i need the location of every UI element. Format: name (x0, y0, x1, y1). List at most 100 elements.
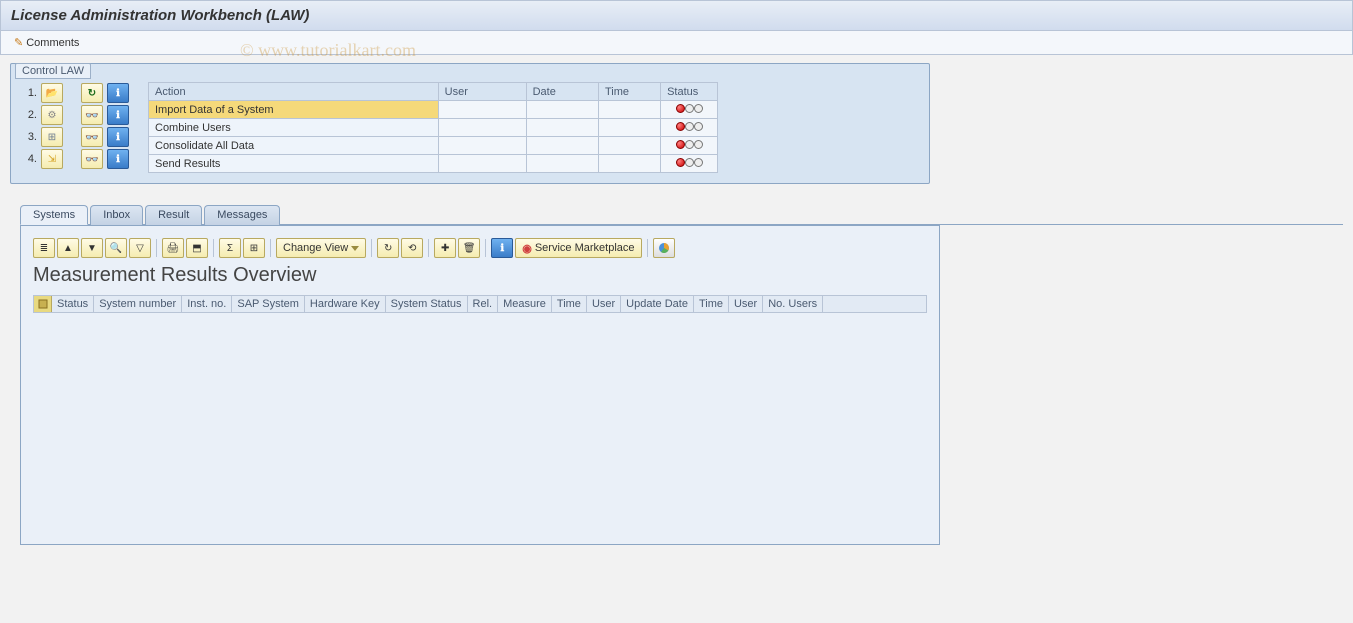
col-time[interactable]: Time (552, 296, 587, 312)
info-icon (116, 132, 120, 143)
status-cell (661, 155, 718, 173)
row-num: 4. (21, 153, 37, 165)
sort-asc-button[interactable]: ▲ (57, 238, 79, 258)
select-all-column-button[interactable] (34, 296, 52, 312)
col-status[interactable]: Status (52, 296, 94, 312)
open-folder-button[interactable] (41, 83, 63, 103)
table-row[interactable]: Send Results (149, 155, 718, 173)
col-hardware-key[interactable]: Hardware Key (305, 296, 386, 312)
glasses-button-3[interactable] (81, 127, 103, 147)
separator (156, 239, 157, 257)
app-toolbar: Comments (0, 31, 1353, 55)
sort-desc-button[interactable]: ▼ (81, 238, 103, 258)
info-button-1[interactable] (107, 83, 129, 103)
control-law-group: Control LAW 1. 2. (10, 63, 930, 184)
date-cell (526, 119, 598, 137)
user-cell (438, 137, 526, 155)
filter-button[interactable]: ▽ (129, 238, 151, 258)
col-no-users[interactable]: No. Users (763, 296, 823, 312)
date-cell (526, 137, 598, 155)
subtotal-button[interactable]: ⊞ (243, 238, 265, 258)
change-view-label: Change View (283, 242, 348, 254)
delete-button[interactable]: 🗑 (458, 238, 480, 258)
glasses-icon (85, 131, 99, 144)
separator (270, 239, 271, 257)
marketplace-icon: ◉ (522, 242, 532, 255)
col-update-date[interactable]: Update Date (621, 296, 694, 312)
glasses-button-4[interactable] (81, 149, 103, 169)
calc-button[interactable] (41, 127, 63, 147)
info-icon (116, 154, 120, 165)
info-icon (116, 110, 120, 121)
tab-inbox[interactable]: Inbox (90, 205, 143, 225)
glasses-icon (85, 153, 99, 166)
info-panel-button[interactable] (491, 238, 513, 258)
sum-button[interactable]: Σ (219, 238, 241, 258)
control-action-table: Action User Date Time Status Import Data… (148, 82, 718, 173)
col-user[interactable]: User (587, 296, 621, 312)
change-view-button[interactable]: Change View (276, 238, 366, 258)
glasses-icon (85, 109, 99, 122)
col-rel[interactable]: Rel. (468, 296, 499, 312)
calc-icon (48, 132, 56, 143)
service-marketplace-button[interactable]: ◉ Service Marketplace (515, 238, 641, 258)
info-icon (500, 243, 504, 254)
table-row[interactable]: Consolidate All Data (149, 137, 718, 155)
comments-button[interactable]: Comments (11, 35, 82, 50)
row-num: 2. (21, 109, 37, 121)
comments-label: Comments (26, 37, 79, 49)
col-date: Date (526, 83, 598, 101)
row-num: 1. (21, 87, 37, 99)
gear-icon (48, 110, 57, 121)
info-button-3[interactable] (107, 127, 129, 147)
col-user: User (438, 83, 526, 101)
status-cell (661, 119, 718, 137)
col-system-number[interactable]: System number (94, 296, 182, 312)
date-cell (526, 101, 598, 119)
user-cell (438, 155, 526, 173)
time-cell (599, 155, 661, 173)
separator (428, 239, 429, 257)
table-row[interactable]: Combine Users (149, 119, 718, 137)
find-button[interactable]: 🔍 (105, 238, 127, 258)
export-icon (48, 154, 56, 165)
info-button-2[interactable] (107, 105, 129, 125)
refresh-button-1[interactable] (81, 83, 103, 103)
chart-button[interactable] (653, 238, 675, 258)
time-cell (599, 137, 661, 155)
glasses-button-2[interactable] (81, 105, 103, 125)
tab-systems[interactable]: Systems (20, 205, 88, 225)
traffic-light-icon (676, 158, 703, 167)
table-row[interactable]: Import Data of a System (149, 101, 718, 119)
col-status: Status (661, 83, 718, 101)
date-cell (526, 155, 598, 173)
user-cell (438, 119, 526, 137)
status-cell (661, 101, 718, 119)
traffic-light-icon (676, 122, 703, 131)
panel-title: Measurement Results Overview (33, 264, 927, 287)
col-measure[interactable]: Measure (498, 296, 552, 312)
export-spreadsheet-button[interactable]: ⬒ (186, 238, 208, 258)
print-button[interactable]: 🖨 (162, 238, 184, 258)
col-user-2[interactable]: User (729, 296, 763, 312)
col-system-status[interactable]: System Status (386, 296, 468, 312)
details-button[interactable]: ≣ (33, 238, 55, 258)
separator (371, 239, 372, 257)
info-button-4[interactable] (107, 149, 129, 169)
separator (213, 239, 214, 257)
action-cell: Combine Users (149, 119, 439, 137)
traffic-light-icon (676, 104, 703, 113)
col-inst-no[interactable]: Inst. no. (182, 296, 232, 312)
refresh-panel-button[interactable]: ↻ (377, 238, 399, 258)
col-sap-system[interactable]: SAP System (232, 296, 305, 312)
export-button[interactable] (41, 149, 63, 169)
col-time-2[interactable]: Time (694, 296, 729, 312)
gear-button[interactable] (41, 105, 63, 125)
tab-result[interactable]: Result (145, 205, 202, 225)
tab-messages[interactable]: Messages (204, 205, 280, 225)
separator (647, 239, 648, 257)
layout-button[interactable]: ⟲ (401, 238, 423, 258)
results-grid-header: Status System number Inst. no. SAP Syste… (33, 295, 927, 313)
create-button[interactable]: ✚ (434, 238, 456, 258)
action-cell: Import Data of a System (149, 101, 439, 119)
